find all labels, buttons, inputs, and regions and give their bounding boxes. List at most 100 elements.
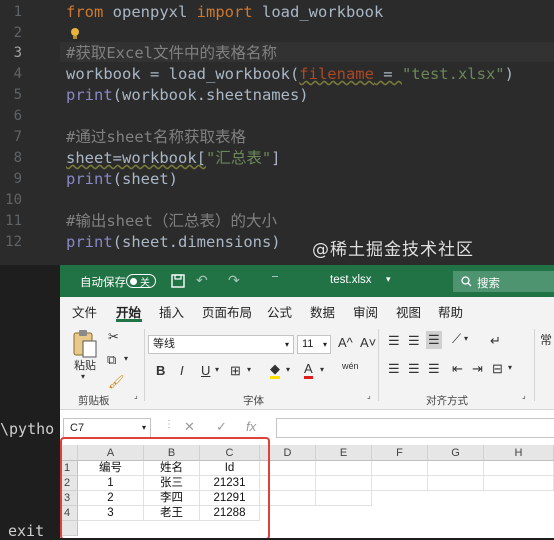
chevron-down-icon[interactable]: ▾ — [386, 274, 391, 285]
chevron-down-icon[interactable]: ▾ — [247, 365, 251, 374]
align-center-icon[interactable]: ☰ — [408, 361, 420, 377]
line-number: 1 — [13, 4, 22, 20]
code-line-3: #获取Excel文件中的表格名称 — [66, 44, 277, 62]
grow-font-icon[interactable]: A^ — [338, 335, 353, 350]
tab-view[interactable]: 视图 — [396, 302, 421, 321]
code-editor[interactable]: 1 2 3 4 5 6 7 8 9 10 11 12 from openpyxl… — [0, 0, 554, 265]
tab-formulas[interactable]: 公式 — [267, 302, 292, 321]
chevron-down-icon[interactable]: ▾ — [286, 365, 290, 374]
line-number: 4 — [13, 66, 22, 82]
confirm-entry-icon[interactable]: ✓ — [216, 419, 227, 435]
line-number: 2 — [13, 25, 22, 41]
orientation-icon[interactable]: ⟋ — [452, 331, 461, 347]
align-top-icon[interactable]: ☰ — [388, 333, 400, 349]
paste-label[interactable]: 粘贴 — [74, 357, 96, 373]
borders-icon[interactable]: ⊞ — [230, 363, 241, 379]
dialog-launcher-icon[interactable]: ⌟ — [367, 391, 371, 400]
bold-button[interactable]: B — [156, 363, 165, 378]
empty-cell[interactable] — [316, 476, 372, 491]
lightbulb-icon[interactable] — [70, 27, 80, 41]
chevron-down-icon: ▾ — [284, 340, 289, 349]
underline-button[interactable]: U — [201, 363, 210, 378]
chevron-down-icon[interactable]: ▾ — [320, 365, 324, 374]
undo-icon[interactable]: ↶ — [196, 272, 208, 289]
column-header[interactable]: F — [372, 445, 428, 461]
align-right-icon[interactable]: ☰ — [428, 361, 440, 377]
terminal-text: \pytho — [0, 420, 55, 438]
watermark: @稀土掘金技术社区 — [312, 240, 474, 260]
empty-cell[interactable] — [372, 461, 428, 476]
align-bottom-icon[interactable]: ☰ — [426, 331, 442, 349]
formula-input[interactable] — [276, 418, 554, 438]
excel-window[interactable]: 自动保存 关 ↶ ↷ test.xlsx ▾ 搜索 文件 开始 插入 页面布局 … — [60, 265, 554, 538]
empty-cell[interactable] — [484, 476, 554, 491]
chevron-down-icon[interactable]: ▾ — [464, 334, 468, 343]
autosave-toggle[interactable]: 关 — [126, 274, 156, 289]
font-color-button[interactable]: A — [304, 361, 313, 379]
empty-cell[interactable] — [316, 461, 372, 476]
tab-insert[interactable]: 插入 — [159, 302, 184, 321]
empty-cell[interactable] — [372, 476, 428, 491]
merge-center-icon[interactable]: ⊟ — [492, 361, 503, 377]
empty-cell[interactable] — [484, 461, 554, 476]
ribbon-divider — [534, 329, 535, 401]
ribbon-tabs: 文件 开始 插入 页面布局 公式 数据 审阅 视图 帮助 — [60, 297, 554, 323]
chevron-down-icon[interactable]: ▾ — [124, 354, 128, 363]
code-line-11: #输出sheet（汇总表）的大小 — [66, 212, 277, 230]
paste-icon[interactable] — [72, 329, 98, 359]
save-icon[interactable] — [171, 274, 185, 288]
redo-icon[interactable]: ↷ — [228, 272, 240, 289]
italic-button[interactable]: I — [180, 363, 184, 378]
line-number: 9 — [13, 171, 22, 187]
tab-file[interactable]: 文件 — [72, 302, 97, 321]
wrap-text-icon[interactable]: ↵ — [490, 333, 501, 349]
tab-review[interactable]: 审阅 — [353, 302, 378, 321]
line-number: 8 — [13, 150, 22, 166]
empty-cell[interactable] — [428, 476, 484, 491]
cut-icon[interactable]: ✂ — [108, 329, 119, 345]
align-middle-icon[interactable]: ☰ — [408, 333, 420, 349]
empty-cell[interactable] — [316, 491, 372, 506]
font-name-value: 等线 — [153, 338, 175, 350]
column-header[interactable]: H — [484, 445, 554, 461]
shrink-font-icon[interactable]: A˅ — [360, 335, 376, 350]
font-name-select[interactable]: 等线 ▾ — [148, 335, 294, 354]
align-left-icon[interactable]: ☰ — [388, 361, 400, 377]
search-box[interactable]: 搜索 — [453, 271, 554, 292]
dialog-launcher-icon[interactable]: ⌟ — [134, 391, 138, 400]
font-size-select[interactable]: 11 ▾ — [297, 335, 331, 354]
clipboard-group-label: 剪贴板 — [78, 395, 110, 407]
code-line-4: workbook = load_workbook(filename = "tes… — [66, 65, 514, 83]
spreadsheet-grid[interactable]: A B C D E F G H 1 2 3 4 编号 姓名 Id 1 张三 21… — [60, 437, 554, 538]
dialog-launcher-icon[interactable]: ⌟ — [522, 391, 526, 400]
increase-indent-icon[interactable]: ⇥ — [472, 361, 483, 377]
alignment-group-label: 对齐方式 — [426, 395, 468, 407]
empty-cell[interactable] — [428, 461, 484, 476]
ribbon-home: 粘贴 ▾ ✂ ⧉ ▾ 🖌 剪贴板 ⌟ 等线 ▾ 11 ▾ A^ A˅ B I U ▾… — [60, 323, 554, 410]
terminal-text: exit — [8, 522, 45, 540]
column-header[interactable]: E — [316, 445, 372, 461]
more-options-icon[interactable]: ⋮ — [164, 419, 174, 430]
chevron-down-icon[interactable]: ▾ — [215, 365, 219, 374]
line-number: 6 — [13, 108, 22, 124]
name-box[interactable]: C7 ▾ — [63, 418, 151, 438]
column-header[interactable]: G — [428, 445, 484, 461]
code-line-5: print(workbook.sheetnames) — [66, 86, 309, 104]
copy-icon[interactable]: ⧉ — [107, 352, 116, 368]
styles-label[interactable]: 常 — [540, 331, 552, 348]
tab-page-layout[interactable]: 页面布局 — [202, 302, 252, 321]
cancel-entry-icon[interactable]: ✕ — [184, 419, 195, 435]
decrease-indent-icon[interactable]: ⇤ — [452, 361, 463, 377]
fill-color-icon[interactable]: ◆ — [270, 361, 280, 379]
phonetic-guide-icon[interactable]: wén — [342, 361, 359, 371]
chevron-down-icon[interactable]: ▾ — [81, 372, 85, 381]
chevron-down-icon[interactable]: ▾ — [508, 363, 512, 372]
format-painter-icon[interactable]: 🖌 — [108, 374, 125, 390]
line-number: 10 — [5, 192, 22, 208]
customize-quick-access-icon[interactable] — [272, 276, 278, 277]
code-line-8: sheet=workbook["汇总表"] — [66, 149, 281, 167]
excel-titlebar: 自动保存 关 ↶ ↷ test.xlsx ▾ 搜索 — [60, 265, 554, 297]
tab-data[interactable]: 数据 — [310, 302, 335, 321]
tab-help[interactable]: 帮助 — [438, 302, 463, 321]
insert-function-icon[interactable]: fx — [246, 419, 256, 434]
